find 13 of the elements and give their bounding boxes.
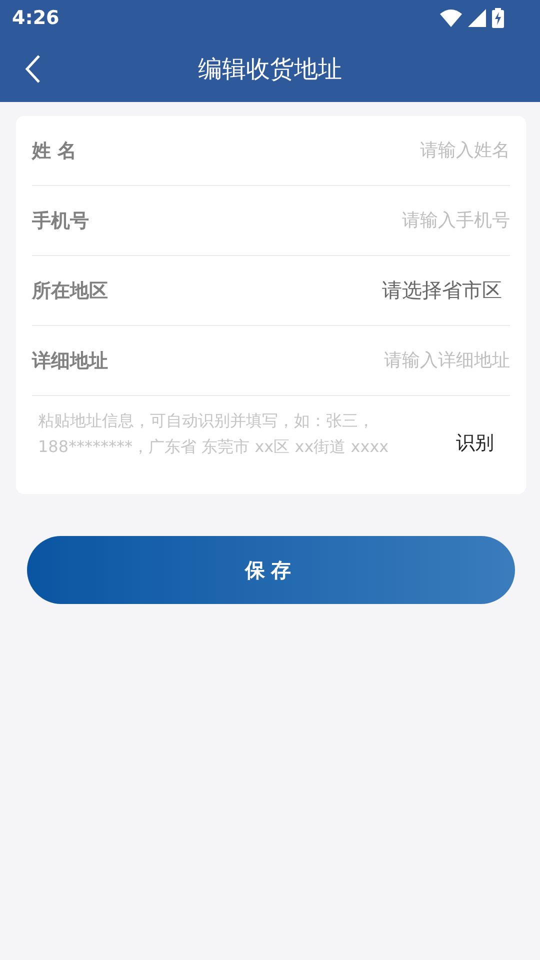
wifi-icon: [440, 9, 462, 27]
field-label: 姓 名: [32, 138, 77, 164]
field-label: 手机号: [32, 208, 89, 234]
field-label: 详细地址: [32, 348, 108, 374]
save-button[interactable]: 保存: [27, 536, 515, 604]
field-label: 所在地区: [32, 278, 108, 304]
page-title: 编辑收货地址: [198, 54, 342, 85]
recognize-button[interactable]: 识别: [456, 430, 510, 456]
status-time: 4:26: [12, 7, 60, 29]
signal-icon: [468, 9, 486, 27]
battery-icon: [492, 8, 504, 28]
back-icon: [25, 55, 41, 83]
region-picker[interactable]: 请选择省市区: [382, 277, 510, 304]
